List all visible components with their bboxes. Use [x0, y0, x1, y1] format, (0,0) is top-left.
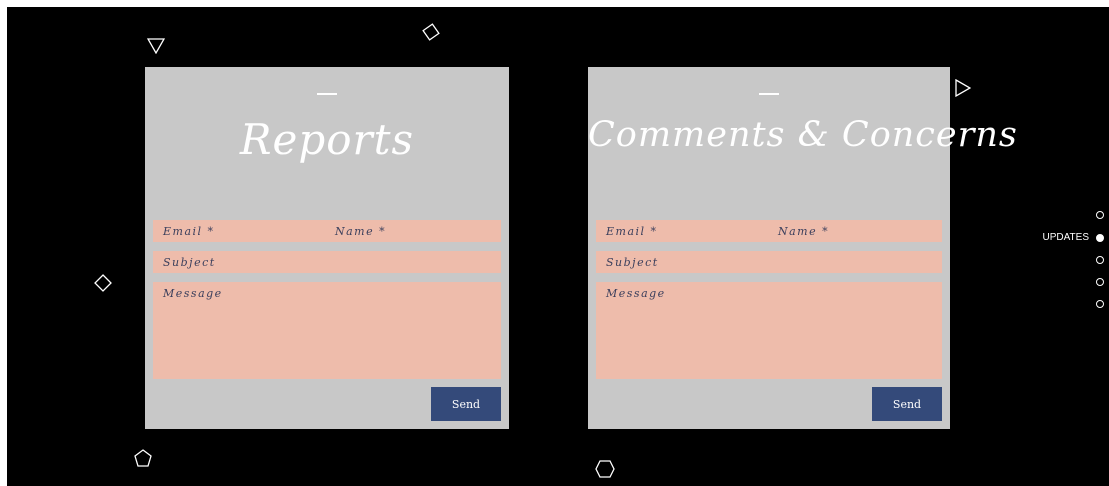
form-title: Reports — [239, 115, 415, 164]
email-field[interactable]: Email * — [153, 220, 323, 242]
name-field[interactable]: Name * — [323, 220, 501, 242]
subject-placeholder: Subject — [163, 256, 216, 269]
nav-dot[interactable] — [1096, 256, 1104, 264]
send-button[interactable]: Send — [431, 387, 501, 421]
hexagon-shape — [595, 460, 615, 478]
message-field[interactable]: Message — [596, 282, 942, 379]
nav-dot[interactable] — [1096, 300, 1104, 308]
message-placeholder: Message — [606, 287, 666, 300]
pentagon-shape — [134, 449, 152, 467]
message-field[interactable]: Message — [153, 282, 501, 379]
email-field[interactable]: Email * — [596, 220, 766, 242]
nav-dot-active[interactable] — [1096, 234, 1104, 242]
nav-dot[interactable] — [1096, 278, 1104, 286]
triangle-right-shape — [955, 79, 971, 97]
subject-placeholder: Subject — [606, 256, 659, 269]
subject-field[interactable]: Subject — [153, 251, 501, 273]
send-button[interactable]: Send — [872, 387, 942, 421]
page-background: Reports Email * Name * Subject Message S… — [7, 7, 1109, 486]
email-placeholder: Email * — [163, 225, 215, 238]
message-placeholder: Message — [163, 287, 223, 300]
nav-active-label: UPDATES — [1042, 232, 1090, 243]
divider-dash — [317, 93, 337, 95]
subject-field[interactable]: Subject — [596, 251, 942, 273]
reports-form-card: Reports Email * Name * Subject Message S… — [145, 67, 509, 429]
section-dot-nav: UPDATES — [1009, 207, 1109, 317]
comments-form-card: Comments & Concerns Email * Name * Subje… — [588, 67, 1018, 429]
email-placeholder: Email * — [606, 225, 658, 238]
name-field[interactable]: Name * — [766, 220, 942, 242]
name-placeholder: Name * — [778, 225, 830, 238]
triangle-down-shape — [147, 38, 165, 54]
name-placeholder: Name * — [335, 225, 387, 238]
form-title: Comments & Concerns — [588, 115, 1018, 155]
diamond-shape — [422, 23, 440, 41]
diamond-shape — [94, 274, 112, 292]
divider-dash — [759, 93, 779, 95]
nav-dot[interactable] — [1096, 211, 1104, 219]
